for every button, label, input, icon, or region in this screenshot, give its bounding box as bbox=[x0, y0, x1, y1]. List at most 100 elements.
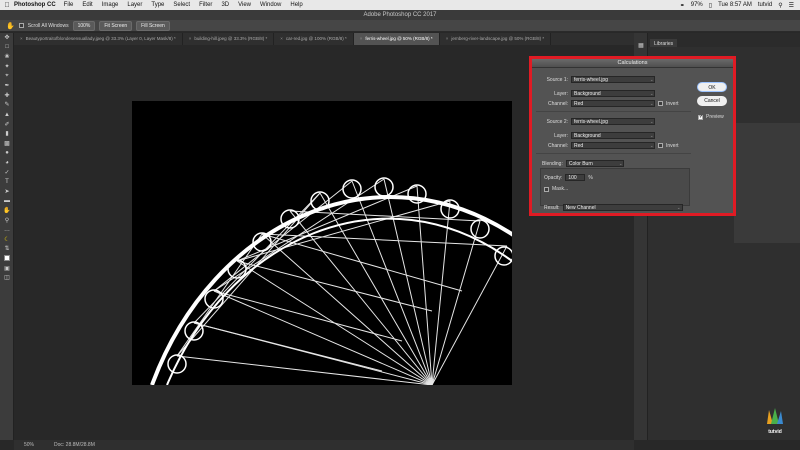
menu-file[interactable]: File bbox=[64, 2, 74, 8]
close-icon[interactable]: × bbox=[189, 36, 192, 41]
close-icon[interactable]: × bbox=[446, 36, 449, 41]
more-tools-icon[interactable]: … bbox=[0, 225, 14, 235]
macos-menubar:  Photoshop CC File Edit Image Layer Typ… bbox=[0, 0, 800, 10]
menubar-status: ⚭ 97% ▯ Tue 8:57 AM tutvid ⚲ ☰ bbox=[680, 2, 800, 9]
document-tabs: × Beautyportraitofblondesensuallady.jpeg … bbox=[14, 33, 634, 45]
zoom-100-button[interactable]: 100% bbox=[72, 20, 96, 31]
blending-select[interactable]: Color Burn bbox=[565, 160, 624, 167]
result-label: Result: bbox=[544, 204, 560, 211]
pen-tool-icon[interactable]: ✓ bbox=[0, 167, 14, 177]
source1-channel-select[interactable]: Red bbox=[571, 100, 655, 107]
tab-label: jernberg-river-landscape.jpg @ 50% (RGB/… bbox=[451, 36, 545, 41]
eyedropper-tool-icon[interactable]: ✒ bbox=[0, 81, 14, 91]
source2-layer-select[interactable]: Background bbox=[571, 132, 655, 139]
quick-mask-icon[interactable]: ▣ bbox=[0, 263, 14, 273]
app-menu[interactable]: Photoshop CC bbox=[14, 2, 56, 8]
divider bbox=[536, 153, 691, 154]
color-swatches-icon[interactable] bbox=[0, 254, 14, 264]
menu-type[interactable]: Type bbox=[151, 2, 164, 8]
brush-tool-icon[interactable]: ✎ bbox=[0, 100, 14, 110]
tab-ferris-wheel[interactable]: × ferris-wheel.jpg @ 50% (RGB/8) * bbox=[353, 33, 440, 45]
crop-tool-icon[interactable]: ⌖ bbox=[0, 71, 14, 81]
marquee-tool-icon[interactable]: □ bbox=[0, 43, 14, 53]
photoshop-window:  Photoshop CC File Edit Image Layer Typ… bbox=[0, 0, 800, 450]
source2-file-select[interactable]: ferris-wheel.jpg bbox=[571, 118, 655, 125]
scroll-all-windows-checkbox[interactable] bbox=[18, 23, 24, 28]
stamp-tool-icon[interactable]: ▲ bbox=[0, 110, 14, 120]
menu-3d[interactable]: 3D bbox=[221, 2, 229, 8]
opacity-label: Opacity: bbox=[544, 174, 563, 181]
path-select-tool-icon[interactable]: ➤ bbox=[0, 187, 14, 197]
menu-help[interactable]: Help bbox=[290, 2, 302, 8]
mask-checkbox[interactable] bbox=[544, 186, 549, 192]
preview-checkbox[interactable] bbox=[698, 114, 703, 120]
menu-edit[interactable]: Edit bbox=[82, 2, 92, 8]
source1-invert-checkbox[interactable] bbox=[658, 101, 663, 106]
apple-icon[interactable]:  bbox=[0, 2, 14, 9]
hand-tool-panel-icon[interactable]: ✋ bbox=[0, 206, 14, 216]
banana-icon[interactable]: ☾ bbox=[0, 234, 14, 244]
blur-tool-icon[interactable]: ● bbox=[0, 148, 14, 158]
shape-tool-icon[interactable]: ▬ bbox=[0, 196, 14, 206]
gradient-tool-icon[interactable]: ▩ bbox=[0, 139, 14, 149]
zoom-tool-icon[interactable]: ⚲ bbox=[0, 215, 14, 225]
swap-colors-icon[interactable]: ⇅ bbox=[0, 244, 14, 254]
preview-label: Preview bbox=[706, 114, 724, 120]
source1-layer-label: Layer: bbox=[554, 90, 568, 97]
close-icon[interactable]: × bbox=[360, 36, 363, 41]
fit-screen-button[interactable]: Fit Screen bbox=[99, 20, 133, 31]
close-icon[interactable]: × bbox=[20, 36, 23, 41]
tab-label: ferris-wheel.jpg @ 50% (RGB/8) * bbox=[365, 36, 433, 41]
menu-view[interactable]: View bbox=[238, 2, 251, 8]
menu-list-icon[interactable]: ☰ bbox=[789, 2, 794, 9]
move-tool-icon[interactable]: ✥ bbox=[0, 33, 14, 43]
fill-screen-button[interactable]: Fill Screen bbox=[136, 20, 170, 31]
tab-label: Beautyportraitofblondesensuallady.jpeg @… bbox=[25, 36, 176, 41]
battery-icon[interactable]: ▯ bbox=[709, 2, 712, 9]
tab-label: car-red.jpg @ 100% (RGB/8) * bbox=[285, 36, 347, 41]
tab-beauty-portrait[interactable]: × Beautyportraitofblondesensuallady.jpeg … bbox=[14, 33, 183, 45]
tutvid-logo-icon bbox=[767, 408, 783, 424]
source2-label: Source 2: bbox=[546, 118, 568, 125]
healing-tool-icon[interactable]: ✚ bbox=[0, 91, 14, 101]
screen-mode-icon[interactable]: ◫ bbox=[0, 273, 14, 283]
lasso-tool-icon[interactable]: ❀ bbox=[0, 52, 14, 62]
history-brush-icon[interactable]: ✐ bbox=[0, 119, 14, 129]
ferris-wheel-image bbox=[150, 177, 512, 385]
source1-file-select[interactable]: ferris-wheel.jpg bbox=[571, 76, 655, 83]
tab-jernberg-river[interactable]: × jernberg-river-landscape.jpg @ 50% (RGB… bbox=[440, 33, 552, 45]
dodge-tool-icon[interactable]: ◕ bbox=[0, 158, 14, 168]
opacity-input[interactable]: 100 bbox=[565, 174, 586, 181]
eraser-tool-icon[interactable]: ▮ bbox=[0, 129, 14, 139]
quick-select-tool-icon[interactable]: ✦ bbox=[0, 62, 14, 72]
tab-car-red[interactable]: × car-red.jpg @ 100% (RGB/8) * bbox=[274, 33, 354, 45]
menu-filter[interactable]: Filter bbox=[199, 2, 212, 8]
source2-channel-label: Channel: bbox=[547, 142, 568, 149]
menu-select[interactable]: Select bbox=[173, 2, 190, 8]
status-zoom[interactable]: 50% bbox=[24, 442, 34, 448]
panel-icon-libraries[interactable]: ▦ bbox=[634, 41, 648, 51]
source1-layer-select[interactable]: Background bbox=[571, 90, 655, 97]
wifi-icon[interactable]: ⚭ bbox=[680, 2, 685, 9]
user-name[interactable]: tutvid bbox=[758, 2, 772, 8]
calculations-dialog: Calculations Source 1: ferris-wheel.jpg … bbox=[529, 56, 736, 216]
options-bar: ✋ Scroll All Windows 100% Fit Screen Fil… bbox=[0, 20, 800, 32]
blending-label: Blending: bbox=[542, 160, 563, 167]
tab-label: building-hill.jpeg @ 33.3% (RGB/8) * bbox=[194, 36, 268, 41]
ok-button[interactable]: OK bbox=[697, 82, 727, 92]
result-select[interactable]: New Channel bbox=[562, 204, 683, 211]
source2-invert-checkbox[interactable] bbox=[658, 143, 663, 148]
menu-layer[interactable]: Layer bbox=[127, 2, 142, 8]
dialog-title[interactable]: Calculations bbox=[532, 59, 733, 68]
cancel-button[interactable]: Cancel bbox=[697, 96, 727, 106]
tab-building-hill[interactable]: × building-hill.jpeg @ 33.3% (RGB/8) * bbox=[183, 33, 275, 45]
source2-channel-select[interactable]: Red bbox=[571, 142, 655, 149]
menu-window[interactable]: Window bbox=[260, 2, 281, 8]
menu-image[interactable]: Image bbox=[102, 2, 119, 8]
clock[interactable]: Tue 8:57 AM bbox=[718, 2, 752, 8]
type-tool-icon[interactable]: T bbox=[0, 177, 14, 187]
hand-tool-icon[interactable]: ✋ bbox=[6, 22, 15, 30]
close-icon[interactable]: × bbox=[280, 36, 283, 41]
search-icon[interactable]: ⚲ bbox=[778, 2, 782, 9]
document-canvas[interactable] bbox=[132, 101, 512, 385]
